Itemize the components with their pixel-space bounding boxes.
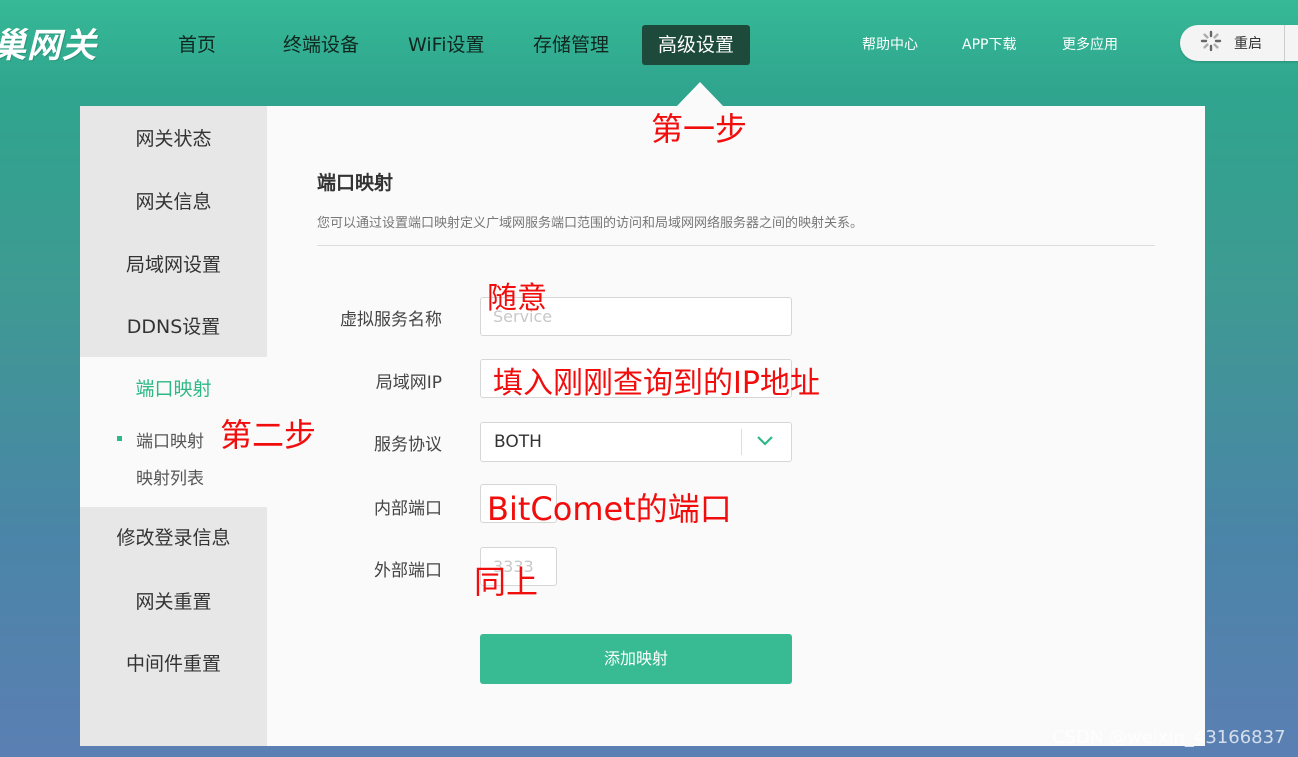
help-center-link[interactable]: 帮助中心: [862, 34, 918, 54]
restart-button[interactable]: 重启: [1180, 25, 1298, 61]
sub-item-bullet: [117, 436, 122, 441]
more-apps-link[interactable]: 更多应用: [1062, 34, 1118, 54]
page-description: 您可以通过设置端口映射定义广域网服务端口范围的访问和局域网网络服务器之间的映射关…: [317, 216, 864, 231]
annotation-same-above: 同上: [474, 563, 539, 601]
nav-storage[interactable]: 存储管理: [533, 25, 609, 65]
annotation-step2: 第二步: [220, 416, 317, 454]
sidebar-item-middleware-reset[interactable]: 中间件重置: [80, 633, 267, 695]
protocol-select[interactable]: BOTH: [480, 422, 792, 462]
sidebar-item-lan-settings[interactable]: 局域网设置: [80, 234, 267, 296]
sidebar-subitem-port-mapping[interactable]: 端口映射: [136, 427, 204, 452]
sidebar-item-edit-login[interactable]: 修改登录信息: [80, 507, 267, 569]
protocol-selected-value: BOTH: [494, 432, 542, 452]
nav-wifi-settings[interactable]: WiFi设置: [408, 25, 484, 65]
add-mapping-button[interactable]: 添加映射: [480, 634, 792, 684]
sidebar-item-gateway-info[interactable]: 网关信息: [80, 171, 267, 233]
annotation-fill-ip: 填入刚刚查询到的IP地址: [493, 366, 820, 401]
annotation-step1: 第一步: [651, 110, 748, 148]
external-port-label: 外部端口: [374, 561, 442, 581]
brand-logo: 巢网关: [0, 26, 97, 66]
sidebar-item-gateway-reset[interactable]: 网关重置: [80, 571, 267, 633]
sidebar-subitem-mapping-list[interactable]: 映射列表: [136, 464, 204, 489]
sidebar-item-gateway-status[interactable]: 网关状态: [80, 108, 267, 170]
select-divider: [741, 429, 742, 455]
lan-ip-label: 局域网IP: [375, 373, 442, 393]
title-divider: [317, 245, 1155, 246]
nav-terminal-devices[interactable]: 终端设备: [283, 25, 359, 65]
nav-advanced-settings[interactable]: 高级设置: [642, 25, 751, 65]
page-title: 端口映射: [317, 172, 394, 194]
annotation-anything: 随意: [487, 281, 547, 316]
sidebar-item-ddns[interactable]: DDNS设置: [80, 296, 267, 358]
nav-home[interactable]: 首页: [178, 25, 216, 65]
service-name-label: 虚拟服务名称: [340, 310, 442, 330]
restart-divider: [1284, 25, 1285, 61]
spinner-icon: [1200, 30, 1226, 57]
app-download-link[interactable]: APP下载: [962, 34, 1016, 54]
chevron-down-icon[interactable]: [754, 429, 776, 456]
annotation-bitcomet-port: BitComet的端口: [487, 490, 732, 528]
watermark: CSDN @weixin_43166837: [1052, 727, 1286, 748]
protocol-label: 服务协议: [374, 435, 442, 455]
internal-port-label: 内部端口: [374, 499, 442, 519]
restart-label: 重启: [1234, 36, 1262, 52]
